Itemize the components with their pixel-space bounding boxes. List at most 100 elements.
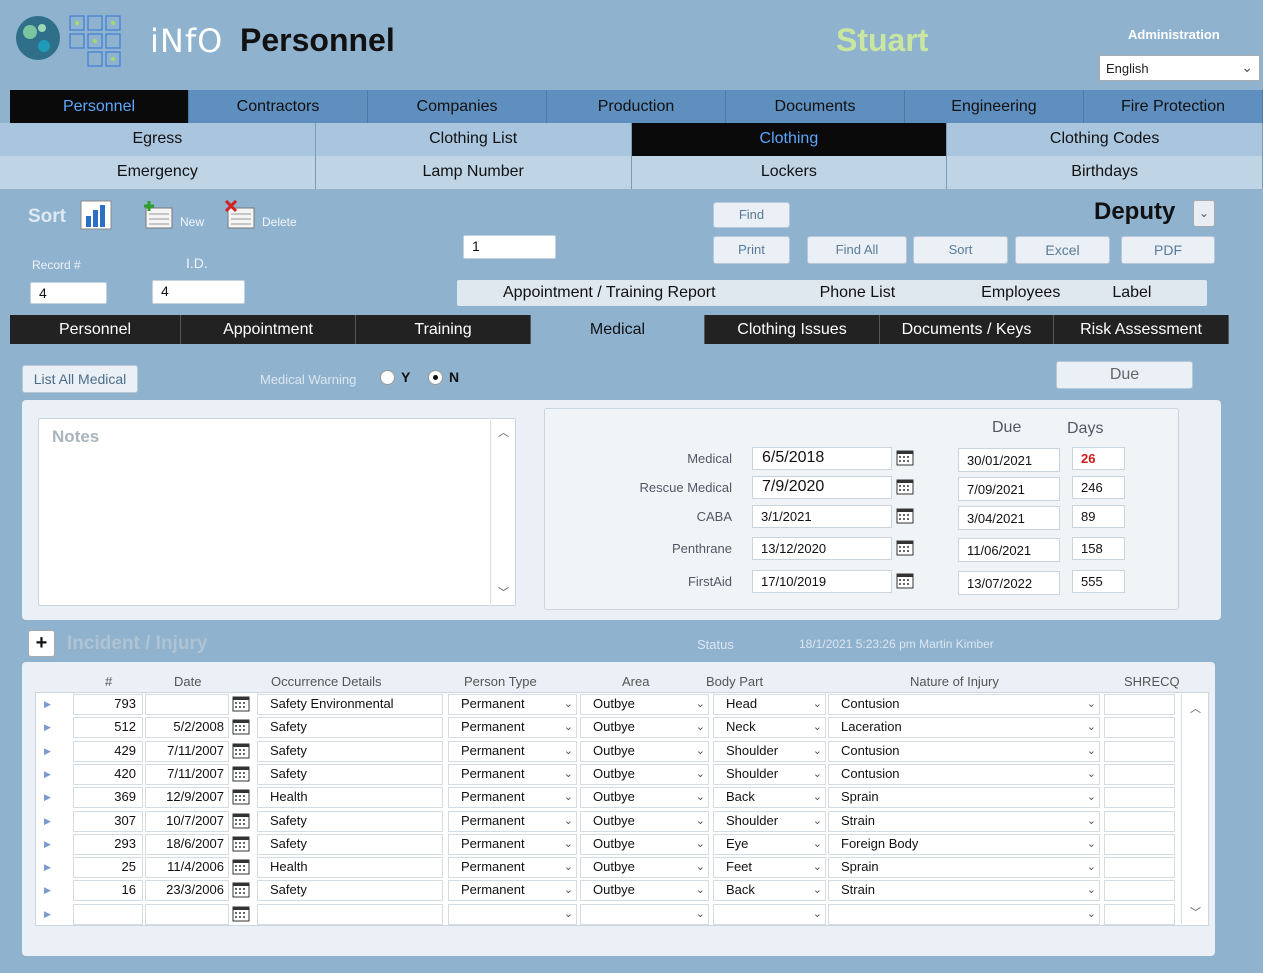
person-type-select[interactable]: Permanent ⌄ [448, 694, 577, 715]
body-part-select[interactable]: Head ⌄ [713, 694, 826, 715]
incident-number-field[interactable]: 420 [73, 763, 143, 785]
subnav-lockers[interactable]: Lockers [631, 156, 948, 189]
occurrence-details-field[interactable]: Safety [257, 880, 443, 902]
list-all-medical-button[interactable]: List All Medical [22, 365, 138, 393]
incident-number-field[interactable]: 429 [73, 740, 143, 762]
medical-item-days-field[interactable]: 89 [1072, 505, 1125, 528]
calendar-icon[interactable] [232, 813, 250, 829]
body-part-select[interactable]: Neck ⌄ [713, 717, 826, 739]
record-number-field[interactable]: 4 [30, 282, 107, 304]
incident-row[interactable]: ▶ 369 12/9/2007 Health Permanent ⌄ Outbye ⌄ Back… [36, 786, 1181, 809]
shrecq-field[interactable] [1104, 787, 1175, 809]
medical-item-due-field[interactable]: 11/06/2021 [958, 538, 1060, 562]
calendar-icon[interactable] [232, 719, 250, 735]
occurrence-details-field[interactable] [257, 903, 443, 925]
incident-date-field[interactable]: 10/7/2007 [145, 810, 229, 832]
nature-of-injury-select[interactable]: Contusion ⌄ [828, 763, 1100, 785]
person-type-select[interactable]: Permanent ⌄ [448, 717, 577, 739]
medical-item-date-field[interactable]: 7/9/2020 [752, 476, 892, 499]
subnav-birthdays[interactable]: Birthdays [947, 156, 1263, 189]
row-pointer-icon[interactable]: ▶ [44, 717, 54, 738]
occurrence-details-field[interactable]: Safety [257, 810, 443, 832]
incident-number-field[interactable]: 369 [73, 787, 143, 809]
medical-item-due-field[interactable]: 7/09/2021 [958, 477, 1060, 501]
area-select[interactable]: Outbye ⌄ [580, 717, 709, 739]
calendar-icon[interactable] [232, 882, 250, 898]
nav-personnel[interactable]: Personnel [10, 90, 189, 123]
nav-companies[interactable]: Companies [368, 90, 547, 123]
occurrence-details-field[interactable]: Safety [257, 740, 443, 762]
shrecq-field[interactable] [1104, 763, 1175, 785]
incident-row[interactable]: ▶ 793 Safety Environmental Permanent ⌄ Outbye… [36, 693, 1181, 716]
nature-of-injury-select[interactable]: Contusion ⌄ [828, 694, 1100, 715]
notes-textarea[interactable] [38, 418, 516, 606]
incident-date-field[interactable]: 7/11/2007 [145, 740, 229, 762]
incident-row[interactable]: ▶ 429 7/11/2007 Safety Permanent ⌄ Outbye ⌄ Shou… [36, 740, 1181, 763]
body-part-select[interactable]: Eye ⌄ [713, 833, 826, 855]
incident-date-field[interactable]: 18/6/2007 [145, 833, 229, 855]
occurrence-details-field[interactable]: Health [257, 787, 443, 809]
calendar-icon[interactable] [232, 743, 250, 759]
calendar-icon[interactable] [232, 836, 250, 852]
person-type-select[interactable]: Permanent ⌄ [448, 880, 577, 902]
medical-warning-yes-radio[interactable] [380, 370, 395, 385]
medical-item-days-field[interactable]: 26 [1072, 447, 1125, 470]
area-select[interactable]: Outbye ⌄ [580, 787, 709, 809]
subnav-emergency[interactable]: Emergency [0, 156, 316, 189]
row-pointer-icon[interactable]: ▶ [44, 741, 54, 762]
row-pointer-icon[interactable]: ▶ [44, 764, 54, 785]
calendar-icon[interactable] [232, 859, 250, 875]
shrecq-field[interactable] [1104, 857, 1175, 879]
row-pointer-icon[interactable]: ▶ [44, 787, 54, 808]
nav-fire-protection[interactable]: Fire Protection [1084, 90, 1263, 123]
subnav-egress[interactable]: Egress [0, 123, 316, 156]
delete-record-icon[interactable] [224, 200, 256, 230]
tab-personnel[interactable]: Personnel [10, 315, 181, 344]
calendar-icon[interactable] [894, 570, 916, 592]
body-part-select[interactable]: Back ⌄ [713, 880, 826, 902]
row-pointer-icon[interactable]: ▶ [44, 904, 54, 925]
incident-number-field[interactable]: 793 [73, 694, 143, 715]
calendar-icon[interactable] [894, 505, 916, 527]
label-link[interactable]: Label [1112, 280, 1151, 306]
id-field[interactable]: 4 [152, 280, 245, 304]
person-type-select[interactable]: Permanent ⌄ [448, 857, 577, 879]
body-part-select[interactable]: Shoulder ⌄ [713, 763, 826, 785]
chevron-up-icon[interactable]: ︿ [1190, 700, 1201, 716]
area-select[interactable]: Outbye ⌄ [580, 694, 709, 715]
shrecq-field[interactable] [1104, 740, 1175, 762]
sort-button[interactable]: Sort [913, 236, 1008, 264]
chevron-down-icon[interactable]: ﹀ [1190, 904, 1201, 920]
shrecq-field[interactable] [1104, 903, 1175, 925]
row-pointer-icon[interactable]: ▶ [44, 834, 54, 855]
calendar-icon[interactable] [232, 789, 250, 805]
area-select[interactable]: Outbye ⌄ [580, 880, 709, 902]
delete-label[interactable]: Delete [262, 215, 297, 229]
administration-label[interactable]: Administration [1128, 27, 1220, 42]
row-pointer-icon[interactable]: ▶ [44, 811, 54, 832]
nature-of-injury-select[interactable]: Strain ⌄ [828, 880, 1100, 902]
area-select[interactable]: Outbye ⌄ [580, 857, 709, 879]
incident-date-field[interactable] [145, 694, 229, 715]
incident-row[interactable]: ▶ 293 18/6/2007 Safety Permanent ⌄ Outbye ⌄ Eye ⌄… [36, 833, 1181, 856]
incident-number-field[interactable]: 16 [73, 880, 143, 902]
incident-row[interactable]: ▶ 307 10/7/2007 Safety Permanent ⌄ Outbye ⌄ Shou… [36, 810, 1181, 833]
area-select[interactable]: ⌄ [580, 903, 709, 925]
area-select[interactable]: Outbye ⌄ [580, 810, 709, 832]
tab-appointment[interactable]: Appointment [181, 315, 356, 344]
appointment-training-report-link[interactable]: Appointment / Training Report [503, 280, 716, 306]
nature-of-injury-select[interactable]: ⌄ [828, 903, 1100, 925]
body-part-select[interactable]: ⌄ [713, 903, 826, 925]
occurrence-details-field[interactable]: Safety Environmental [257, 694, 443, 715]
medical-item-date-field[interactable]: 6/5/2018 [752, 447, 892, 470]
person-type-select[interactable]: Permanent ⌄ [448, 810, 577, 832]
shrecq-field[interactable] [1104, 833, 1175, 855]
occurrence-details-field[interactable]: Safety [257, 833, 443, 855]
incident-date-field[interactable]: 12/9/2007 [145, 787, 229, 809]
incident-number-field[interactable]: 293 [73, 833, 143, 855]
find-button[interactable]: Find [713, 202, 790, 228]
bar-chart-icon[interactable] [80, 200, 112, 230]
subnav-clothing-codes[interactable]: Clothing Codes [947, 123, 1263, 156]
shrecq-field[interactable] [1104, 880, 1175, 902]
nature-of-injury-select[interactable]: Foreign Body ⌄ [828, 833, 1100, 855]
